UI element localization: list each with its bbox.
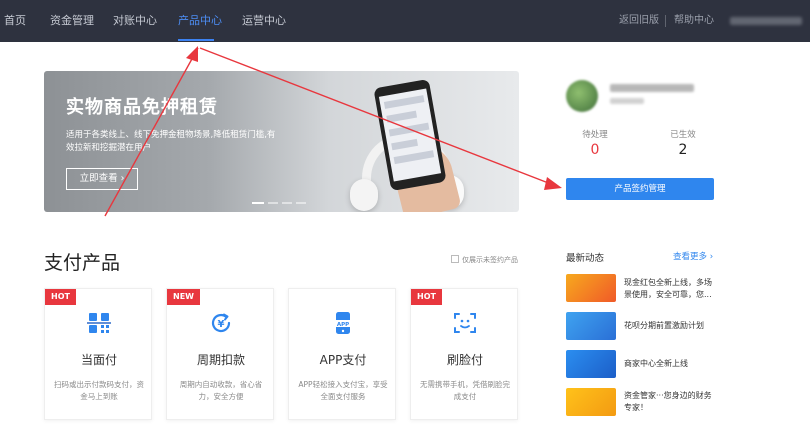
- carousel-dot[interactable]: [282, 202, 292, 204]
- news-thumbnail[interactable]: [566, 274, 616, 302]
- face-pay-icon: [454, 313, 476, 333]
- app-pay-icon: APP: [334, 312, 352, 334]
- active-count[interactable]: 2: [653, 142, 713, 158]
- product-description: 无需携带手机，凭借刷脸完成支付: [420, 380, 510, 401]
- merchant-avatar: [566, 80, 598, 112]
- hot-tag: HOT: [45, 289, 76, 305]
- product-card[interactable]: NEW ¥ 周期扣款 周期内自动收款，省心省力，安全方便: [166, 288, 274, 420]
- news-item[interactable]: 现金红包全新上线，多场景使用，安全可靠，您...: [624, 277, 716, 301]
- news-thumbnail[interactable]: [566, 388, 616, 416]
- product-card[interactable]: HOT 刷脸付 无需携带手机，凭借刷脸完成支付: [410, 288, 518, 420]
- nav-active-indicator: [178, 39, 214, 41]
- carousel-dot[interactable]: [296, 202, 306, 204]
- pending-label: 待处理: [582, 130, 608, 140]
- pending-count[interactable]: 0: [565, 142, 625, 158]
- svg-text:APP: APP: [337, 322, 349, 328]
- nav-item-reconciliation[interactable]: 对账中心: [113, 0, 157, 42]
- help-center-link[interactable]: 帮助中心: [674, 0, 714, 42]
- product-name: 当面付: [80, 353, 117, 367]
- news-thumbnail[interactable]: [566, 312, 616, 340]
- product-name: 刷脸付: [446, 353, 483, 367]
- top-nav-bar: 首页 资金管理 对账中心 产品中心 运营中心 返回旧版 帮助中心: [0, 0, 810, 42]
- product-card[interactable]: APP APP支付 APP轻松接入支付宝，享受全面支付服务: [288, 288, 396, 420]
- news-item[interactable]: 资金管家···您身边的财务专家！: [624, 390, 716, 414]
- merchant-id-blurred: [610, 98, 644, 104]
- nav-item-home[interactable]: 首页: [4, 0, 26, 42]
- payment-products-title: 支付产品: [44, 252, 121, 274]
- product-name: APP支付: [319, 353, 367, 367]
- only-unsigned-label: 仅展示未签约产品: [462, 256, 518, 264]
- arrow-head: [544, 177, 562, 190]
- back-to-old-version-link[interactable]: 返回旧版: [619, 0, 659, 42]
- news-item[interactable]: 花呗分期前置激励计划: [624, 320, 716, 332]
- product-sign-management-button[interactable]: 产品签约管理: [566, 178, 714, 200]
- news-thumbnail[interactable]: [566, 350, 616, 378]
- only-unsigned-checkbox[interactable]: 仅展示未签约产品: [451, 255, 518, 265]
- banner-view-now-button[interactable]: 立即查看 ›: [66, 168, 138, 190]
- user-account-blurred[interactable]: [730, 17, 802, 25]
- new-tag: NEW: [167, 289, 200, 305]
- banner-description: 适用于各类线上、线下免押金租物场景,降低租赁门槛,有效拉新和挖掘潜在用户: [66, 130, 276, 153]
- banner-title: 实物商品免押租赁: [66, 97, 218, 118]
- product-name: 周期扣款: [196, 353, 245, 367]
- carousel-dot[interactable]: [268, 202, 278, 204]
- product-description: 周期内自动收款，省心省力，安全方便: [179, 380, 263, 401]
- latest-news-title: 最新动态: [566, 253, 605, 264]
- carousel-dot-active[interactable]: [252, 202, 264, 204]
- arrow-head: [186, 46, 198, 62]
- nav-item-operations[interactable]: 运营中心: [242, 0, 286, 42]
- headphone-cup-image: [350, 179, 378, 211]
- product-description: APP轻松接入支付宝，享受全面支付服务: [298, 380, 388, 401]
- checkbox-icon[interactable]: [451, 255, 459, 263]
- hot-tag: HOT: [411, 289, 442, 305]
- product-description: 扫码或出示付款码支付，资金马上到账: [54, 380, 144, 401]
- cycle-deduct-icon: ¥: [211, 313, 231, 333]
- merchant-name-blurred: [610, 84, 694, 92]
- product-card[interactable]: HOT 当面付 扫码或出示付款码支付，资金马上到账: [44, 288, 152, 420]
- view-more-link[interactable]: 查看更多 ›: [673, 250, 713, 262]
- svg-text:¥: ¥: [218, 319, 225, 330]
- nav-item-products[interactable]: 产品中心: [178, 0, 222, 42]
- nav-divider: [665, 15, 666, 27]
- promo-banner[interactable]: 实物商品免押租赁 适用于各类线上、线下免押金租物场景,降低租赁门槛,有效拉新和挖…: [44, 71, 519, 212]
- news-item[interactable]: 商家中心全新上线: [624, 358, 716, 370]
- qr-scan-icon: [87, 313, 111, 333]
- active-label: 已生效: [670, 130, 696, 140]
- nav-item-funds[interactable]: 资金管理: [50, 0, 94, 42]
